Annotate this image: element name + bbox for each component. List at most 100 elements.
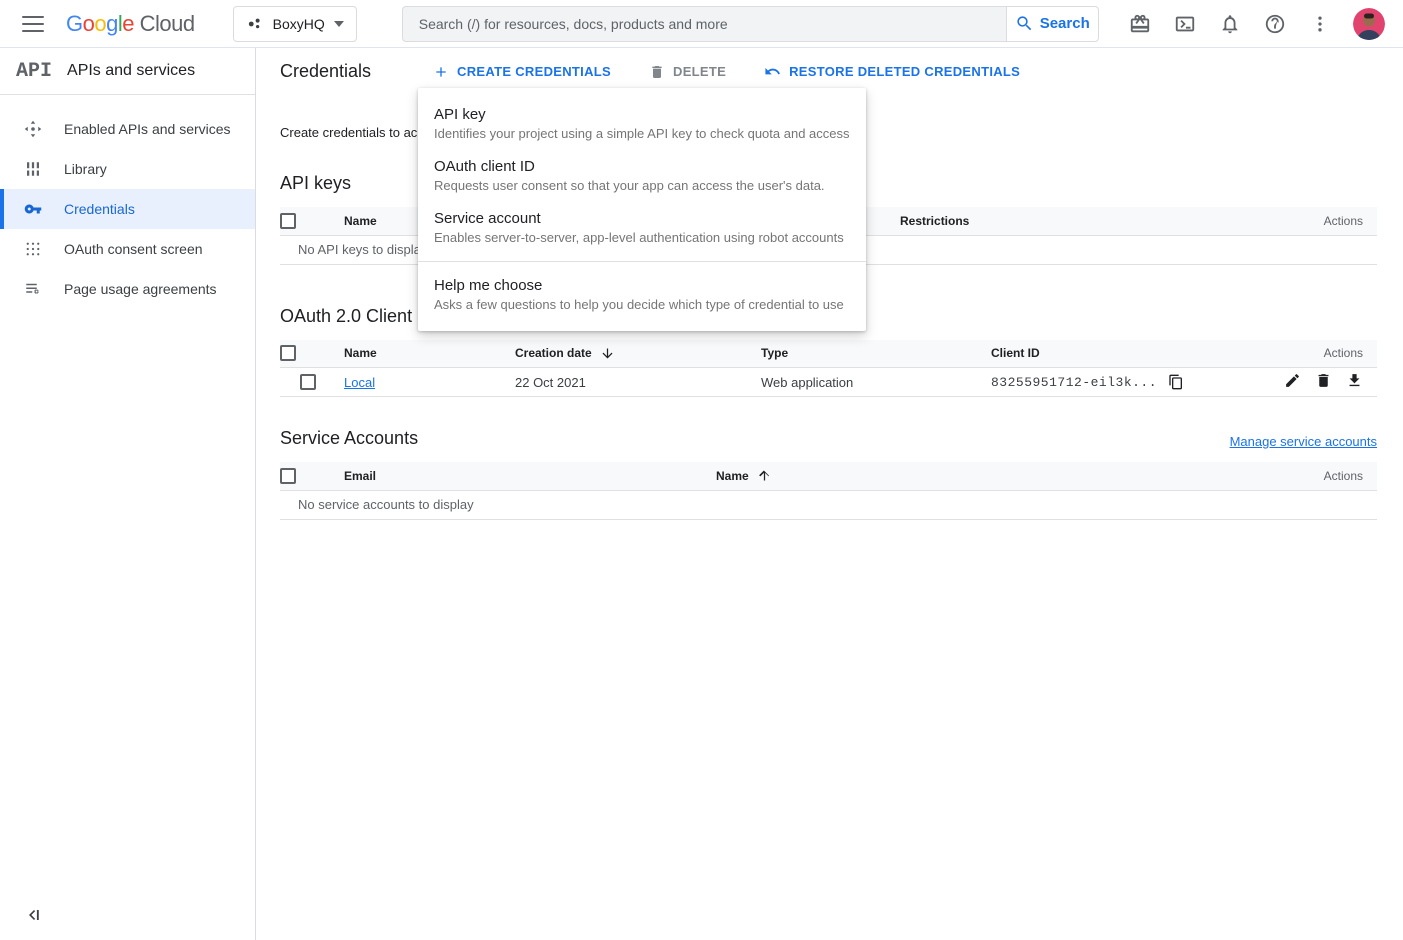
cloud-shell-icon[interactable] [1173,12,1197,36]
edit-icon[interactable] [1283,372,1301,390]
create-credentials-button[interactable]: CREATE CREDENTIALS [433,64,611,80]
arrow-up-icon [757,468,772,483]
column-header-email: Email [344,462,716,490]
select-all-checkbox[interactable] [280,345,296,361]
column-header-restrictions: Restrictions [900,207,1287,235]
oauth-client-name-link[interactable]: Local [344,375,375,390]
oauth-client-id-value: 83255951712-eil3k... [991,375,1157,390]
google-cloud-console: Google Cloud BoxyHQ Search [0,0,1403,940]
page-title: Credentials [280,61,371,82]
restore-deleted-credentials-button[interactable]: RESTORE DELETED CREDENTIALS [764,63,1020,80]
create-credentials-label: CREATE CREDENTIALS [457,64,611,79]
manage-service-accounts-link[interactable]: Manage service accounts [1230,434,1377,449]
hamburger-menu-icon[interactable] [22,16,44,32]
select-all-checkbox[interactable] [280,213,296,229]
collapse-sidebar-icon[interactable] [24,905,44,925]
logo-letter: G [66,11,83,36]
copy-icon[interactable] [1167,373,1185,391]
consent-icon [24,240,42,258]
top-bar-icons [1128,8,1385,40]
download-icon[interactable] [1345,372,1363,390]
menu-item-title: OAuth client ID [434,157,850,177]
notifications-icon[interactable] [1218,12,1242,36]
search-button[interactable]: Search [1006,6,1099,42]
column-header-type: Type [761,340,991,368]
menu-divider [418,261,866,262]
api-logo: API [16,60,52,83]
sidebar-item-label: Credentials [64,201,135,217]
restore-label: RESTORE DELETED CREDENTIALS [789,64,1020,79]
oauth-client-creation-date: 22 Oct 2021 [515,368,761,397]
enabled-apis-icon [24,120,42,138]
google-cloud-logo[interactable]: Google Cloud [66,11,195,37]
menu-item-description: Asks a few questions to help you decide … [434,296,850,314]
menu-item-api-key[interactable]: API key Identifies your project using a … [418,98,866,150]
logo-cloud-text: Cloud [134,11,195,36]
select-all-checkbox[interactable] [280,468,296,484]
menu-item-title: Help me choose [434,276,850,296]
sidebar-item-enabled-apis[interactable]: Enabled APIs and services [0,109,255,149]
logo-letter: o [83,11,95,36]
trash-icon [649,64,665,80]
key-icon [24,200,42,218]
column-header-name: Name [716,469,749,483]
menu-item-help-me-choose[interactable]: Help me choose Asks a few questions to h… [418,269,866,321]
sidebar-item-oauth-consent[interactable]: OAuth consent screen [0,229,255,269]
sort-by-name[interactable]: Name [716,468,772,483]
oauth-clients-header-row: Name Creation date Type Client ID Action… [280,340,1377,368]
oauth-clients-table: Name Creation date Type Client ID Action… [280,340,1377,398]
sidebar-item-label: Enabled APIs and services [64,121,231,137]
arrow-down-icon [600,346,615,361]
logo-letter: g [106,11,118,36]
menu-item-title: Service account [434,209,850,229]
sidebar: API APIs and services Enabled APIs and s… [0,48,256,940]
logo-letter: e [122,11,134,36]
sidebar-item-credentials[interactable]: Credentials [0,189,255,229]
undo-icon [764,63,781,80]
library-icon [24,160,42,178]
search-input[interactable] [402,6,1006,42]
avatar[interactable] [1353,8,1385,40]
chevron-down-icon [334,21,344,27]
menu-item-description: Requests user consent so that your app c… [434,177,850,195]
sidebar-item-library[interactable]: Library [0,149,255,189]
sidebar-title: APIs and services [67,62,195,80]
top-bar: Google Cloud BoxyHQ Search [0,0,1403,48]
help-icon[interactable] [1263,12,1287,36]
create-credentials-menu: API key Identifies your project using a … [418,88,866,331]
search-button-label: Search [1040,15,1090,32]
menu-item-description: Enables server-to-server, app-level auth… [434,229,850,247]
more-vertical-icon[interactable] [1308,12,1332,36]
sort-by-creation-date[interactable]: Creation date [515,346,615,361]
sidebar-item-label: OAuth consent screen [64,241,203,257]
gift-icon[interactable] [1128,12,1152,36]
delete-icon[interactable] [1314,372,1332,390]
oauth-client-type: Web application [761,368,991,397]
service-accounts-empty-row: No service accounts to display [280,490,1377,519]
column-header-actions: Actions [1267,340,1377,368]
plus-icon [433,64,449,80]
sidebar-item-label: Library [64,161,107,177]
column-header-actions: Actions [1287,462,1377,490]
project-icon [246,15,264,33]
menu-item-description: Identifies your project using a simple A… [434,125,850,143]
delete-button[interactable]: DELETE [649,64,726,80]
logo-letter: o [94,11,106,36]
column-header-client-id: Client ID [991,340,1267,368]
search-bar: Search [402,6,1099,42]
menu-item-oauth-client-id[interactable]: OAuth client ID Requests user consent so… [418,150,866,202]
menu-item-title: API key [434,105,850,125]
service-accounts-title: Service Accounts [280,428,418,449]
service-accounts-table: Email Name Actions No s [280,462,1377,520]
oauth-client-row: Local 22 Oct 2021 Web application 832559… [280,368,1377,397]
service-accounts-header-row: Email Name Actions [280,462,1377,490]
sidebar-item-label: Page usage agreements [64,281,217,297]
search-icon [1015,14,1034,33]
row-checkbox[interactable] [300,374,316,390]
column-header-creation-date: Creation date [515,346,592,360]
menu-item-service-account[interactable]: Service account Enables server-to-server… [418,202,866,254]
delete-label: DELETE [673,64,726,79]
column-header-actions: Actions [1287,207,1377,235]
project-selector[interactable]: BoxyHQ [233,6,357,42]
sidebar-item-page-usage[interactable]: Page usage agreements [0,269,255,309]
